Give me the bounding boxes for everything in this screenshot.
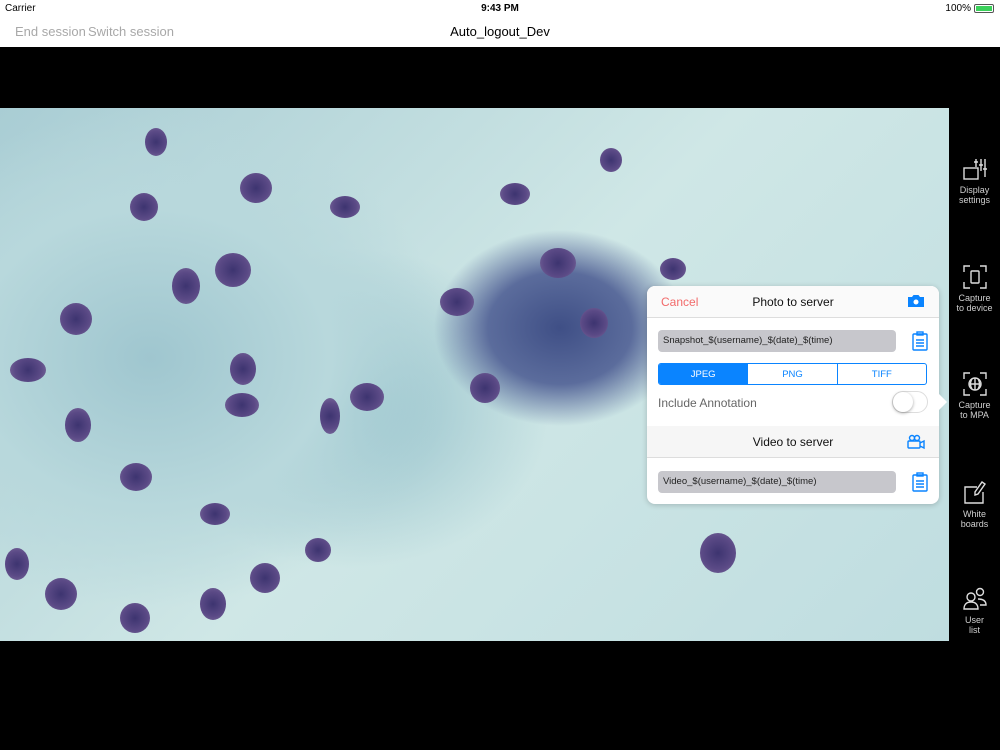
camera-icon[interactable] xyxy=(907,294,925,313)
snapshot-name-field[interactable]: Snapshot_$(username)_$(date)_$(time) xyxy=(658,330,896,352)
sidebar-item-capture-device[interactable]: Capture to device xyxy=(949,264,1000,313)
video-clipboard-icon[interactable] xyxy=(912,472,928,497)
capture-globe-icon xyxy=(962,372,987,396)
battery-percent: 100% xyxy=(945,3,971,14)
capture-popover: Cancel Photo to server Snapshot_$(userna… xyxy=(647,286,947,504)
clipboard-icon[interactable] xyxy=(912,331,928,356)
video-camera-icon[interactable] xyxy=(907,434,925,455)
video-title: Video to server xyxy=(752,435,834,449)
format-jpeg[interactable]: JPEG xyxy=(659,364,748,384)
battery-icon xyxy=(974,4,994,13)
nav-bar: End session Switch session Auto_logout_D… xyxy=(0,16,1000,47)
format-tiff[interactable]: TIFF xyxy=(836,364,926,384)
sidebar-item-display-settings[interactable]: Display settings xyxy=(949,156,1000,205)
page-title: Auto_logout_Dev xyxy=(450,24,550,39)
sidebar-item-user-list[interactable]: User list xyxy=(949,586,1000,635)
status-bar: Carrier 9:43 PM 100% xyxy=(0,0,1000,16)
sidebar-item-whiteboards[interactable]: White boards xyxy=(949,480,1000,529)
format-segmented-control: JPEG PNG TIFF xyxy=(658,363,927,385)
format-png[interactable]: PNG xyxy=(747,364,836,384)
whiteboard-icon xyxy=(963,481,986,504)
clock: 9:43 PM xyxy=(481,3,519,14)
include-annotation-label: Include Annotation xyxy=(658,396,757,410)
video-name-field[interactable]: Video_$(username)_$(date)_$(time) xyxy=(658,471,896,493)
capture-device-icon xyxy=(962,265,987,289)
include-annotation-toggle[interactable] xyxy=(892,391,928,413)
users-icon xyxy=(962,587,987,610)
photo-title: Photo to server xyxy=(752,295,834,309)
sidebar-item-capture-mpa[interactable]: Capture to MPA xyxy=(949,371,1000,420)
sidebar: Display settings Capture to device Capture… xyxy=(949,108,1000,641)
sliders-icon xyxy=(962,159,987,180)
